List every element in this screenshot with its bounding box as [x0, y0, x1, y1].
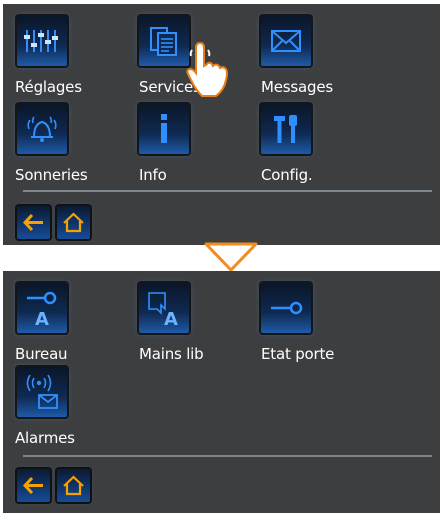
tile-label: Mains lib	[139, 345, 204, 363]
info-icon	[139, 104, 189, 154]
svg-text:A: A	[164, 309, 178, 330]
home-button[interactable]	[57, 469, 90, 502]
arrow-left-icon	[22, 476, 43, 495]
tile-label: Alarmes	[15, 429, 75, 447]
key-a-icon: A	[17, 283, 67, 333]
divider	[23, 455, 432, 457]
bell-icon	[17, 104, 67, 154]
tile-label: Bureau	[15, 345, 68, 363]
tools-icon	[261, 104, 311, 154]
divider	[23, 190, 432, 192]
sliders-icon	[17, 16, 67, 66]
home-icon	[63, 475, 84, 496]
tile-label: Config.	[261, 166, 313, 184]
hand-pointer-icon	[186, 41, 228, 97]
tile-label: Messages	[261, 78, 333, 96]
tile-label: Sonneries	[15, 166, 88, 184]
tile-label: Etat porte	[261, 345, 335, 363]
arrow-left-icon	[22, 213, 43, 232]
svg-text:A: A	[35, 309, 49, 330]
services-screen: A Bureau A Mains lib Etat porte Alarmes	[3, 271, 440, 513]
tile-label: Réglages	[15, 78, 82, 96]
tile-label: Info	[139, 166, 167, 184]
down-arrow-icon	[204, 242, 258, 272]
home-icon	[63, 212, 84, 233]
back-button[interactable]	[17, 469, 50, 502]
hand-a-icon: A	[139, 283, 189, 333]
envelope-icon	[261, 16, 311, 66]
home-button[interactable]	[57, 206, 90, 239]
alarm-envelope-icon	[17, 367, 67, 417]
key-icon	[261, 283, 311, 333]
back-button[interactable]	[17, 206, 50, 239]
